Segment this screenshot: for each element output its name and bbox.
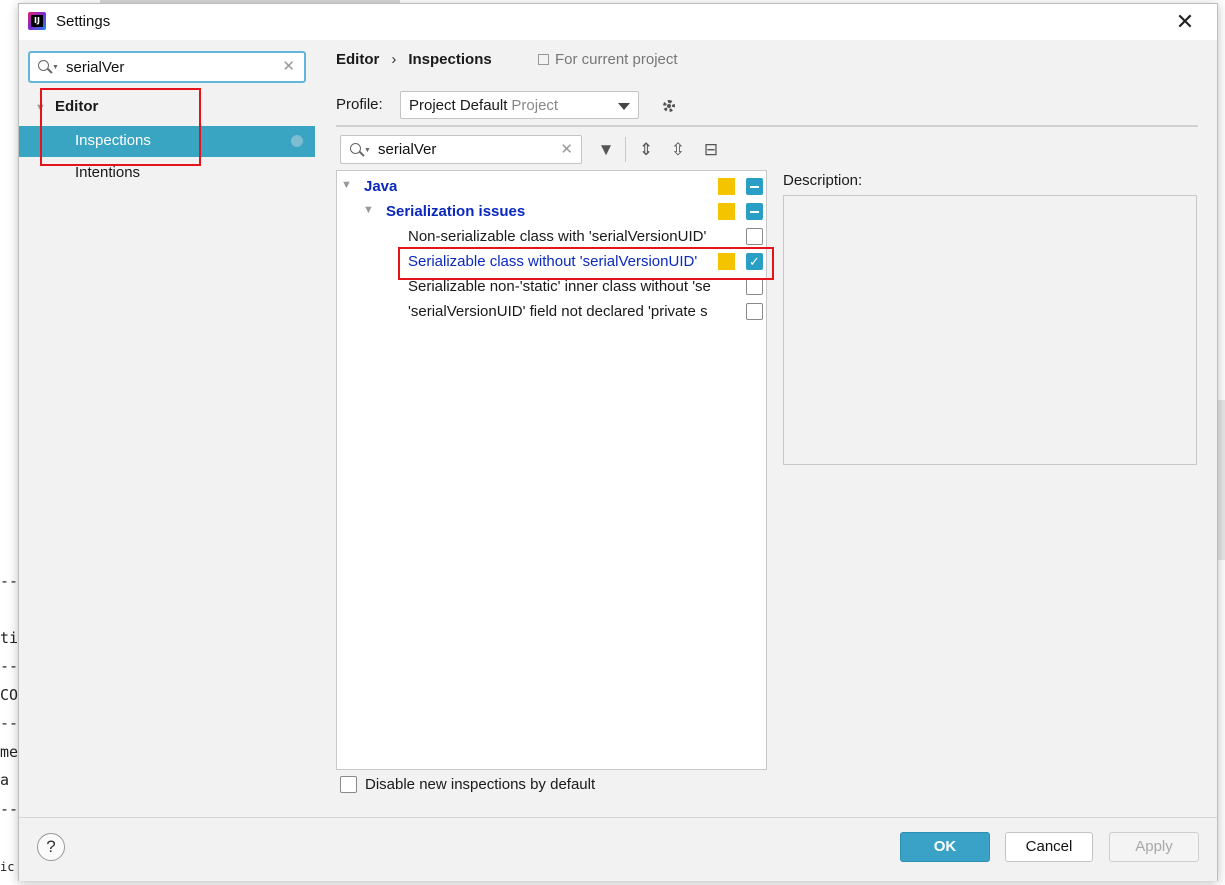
toolbar-separator [625, 137, 626, 162]
expand-all-icon[interactable]: ⇕ [635, 139, 657, 161]
search-icon: ▼ [347, 141, 371, 161]
background-text-line: CO [0, 686, 18, 704]
tree-row-inspection[interactable]: Non-serializable class with 'serialVersi… [337, 224, 766, 249]
inspection-checkbox[interactable] [746, 278, 763, 295]
intellij-logo-icon [28, 12, 46, 30]
dialog-footer: ? OK Cancel Apply [19, 817, 1217, 881]
profile-value: Project Default [409, 97, 508, 114]
tree-row-inspection[interactable]: 'serialVersionUID' field not declared 'p… [337, 299, 766, 324]
scope-hint: For current project [538, 51, 678, 68]
background-text-line: ic [0, 860, 15, 874]
clear-search-icon[interactable]: ✕ [560, 140, 573, 158]
cancel-button[interactable]: Cancel [1005, 832, 1093, 862]
disable-new-inspections-label[interactable]: Disable new inspections by default [365, 776, 595, 793]
inspections-tree: ▼ Java ▼ Serialization issues Non-serial… [336, 170, 767, 770]
background-text-line: -- [0, 572, 18, 590]
tree-item-intentions[interactable]: Intentions [75, 164, 140, 181]
tree-item-inspections[interactable]: Inspections [19, 126, 315, 157]
expand-arrow-icon: ▼ [341, 179, 352, 191]
background-text-line: -- [0, 800, 18, 818]
breadcrumb-parent[interactable]: Editor [336, 51, 379, 68]
background-text-line: ti [0, 629, 18, 647]
tree-row-group-label: Serialization issues [386, 203, 526, 220]
inspection-checkbox[interactable] [746, 228, 763, 245]
java-checkbox[interactable] [746, 178, 763, 195]
scope-hint-label: For current project [555, 51, 678, 68]
profile-sub: Project [511, 97, 559, 114]
breadcrumb-separator: › [391, 51, 397, 68]
settings-dialog: Settings ✕ ▼ serialVer ✕ ▼ Editor Inspect… [18, 3, 1218, 881]
severity-warning-icon [718, 253, 735, 270]
tree-item-inspections-label: Inspections [75, 132, 151, 149]
profile-dropdown[interactable]: Project Default Project [400, 91, 639, 119]
description-panel [783, 195, 1197, 465]
chevron-down-icon [618, 103, 630, 110]
tree-row-inspection[interactable]: Serializable class without 'serialVersio… [337, 249, 766, 274]
divider [336, 125, 1198, 127]
inspection-label: Serializable non-'static' inner class wi… [408, 278, 711, 295]
tree-item-editor[interactable]: ▼ Editor [35, 98, 98, 115]
background-scroll-area [1217, 400, 1225, 560]
clear-search-icon[interactable]: ✕ [282, 57, 295, 75]
help-icon[interactable]: ? [37, 833, 65, 861]
tree-row-java[interactable]: ▼ Java [337, 174, 766, 199]
inspection-checkbox-checked[interactable]: ✓ [746, 253, 763, 270]
search-icon: ▼ [35, 58, 59, 78]
document-icon [538, 54, 549, 65]
breadcrumb-current: Inspections [408, 51, 492, 68]
tree-row-java-label: Java [364, 178, 398, 195]
tree-row-serialization-issues[interactable]: ▼ Serialization issues [337, 199, 766, 224]
expand-arrow-icon: ▼ [363, 204, 374, 216]
background-text-line: -- [0, 714, 18, 732]
inspections-search-value: serialVer [378, 141, 437, 158]
expand-arrow-icon: ▼ [35, 102, 46, 114]
background-text-line: a [0, 771, 10, 789]
gear-icon[interactable] [660, 97, 678, 115]
breadcrumb: Editor › Inspections [336, 51, 492, 68]
tree-row-inspection[interactable]: Serializable non-'static' inner class wi… [337, 274, 766, 299]
close-icon[interactable]: ✕ [1173, 10, 1197, 34]
title-bar: Settings ✕ [19, 4, 1217, 40]
settings-search-value: serialVer [66, 59, 125, 76]
group-checkbox[interactable] [746, 203, 763, 220]
filter-icon[interactable]: ▼ [595, 139, 617, 161]
inspection-label: Non-serializable class with 'serialVersi… [408, 228, 707, 245]
settings-search-input[interactable]: ▼ serialVer ✕ [28, 51, 306, 83]
inspection-label: 'serialVersionUID' field not declared 'p… [408, 303, 708, 320]
description-label: Description: [783, 172, 863, 189]
project-scope-icon [291, 135, 303, 147]
ok-button[interactable]: OK [900, 832, 990, 862]
settings-tree-pane: ▼ serialVer ✕ ▼ Editor Inspections Intent… [19, 40, 315, 817]
background-text-line: -- [0, 657, 18, 675]
inspection-label: Serializable class without 'serialVersio… [408, 253, 698, 270]
inspections-search-input[interactable]: ▼ serialVer ✕ [340, 135, 582, 164]
window-title: Settings [56, 13, 111, 30]
severity-warning-icon [718, 178, 735, 195]
profile-label: Profile: [336, 96, 383, 113]
inspection-checkbox[interactable] [746, 303, 763, 320]
apply-button[interactable]: Apply [1109, 832, 1199, 862]
collapse-all-icon[interactable]: ⇳ [667, 139, 689, 161]
tree-item-editor-label: Editor [55, 98, 99, 115]
severity-warning-icon [718, 203, 735, 220]
background-text-line: me [0, 743, 18, 761]
reset-icon[interactable]: ⊟ [700, 139, 722, 161]
disable-new-inspections-checkbox[interactable] [340, 776, 357, 793]
